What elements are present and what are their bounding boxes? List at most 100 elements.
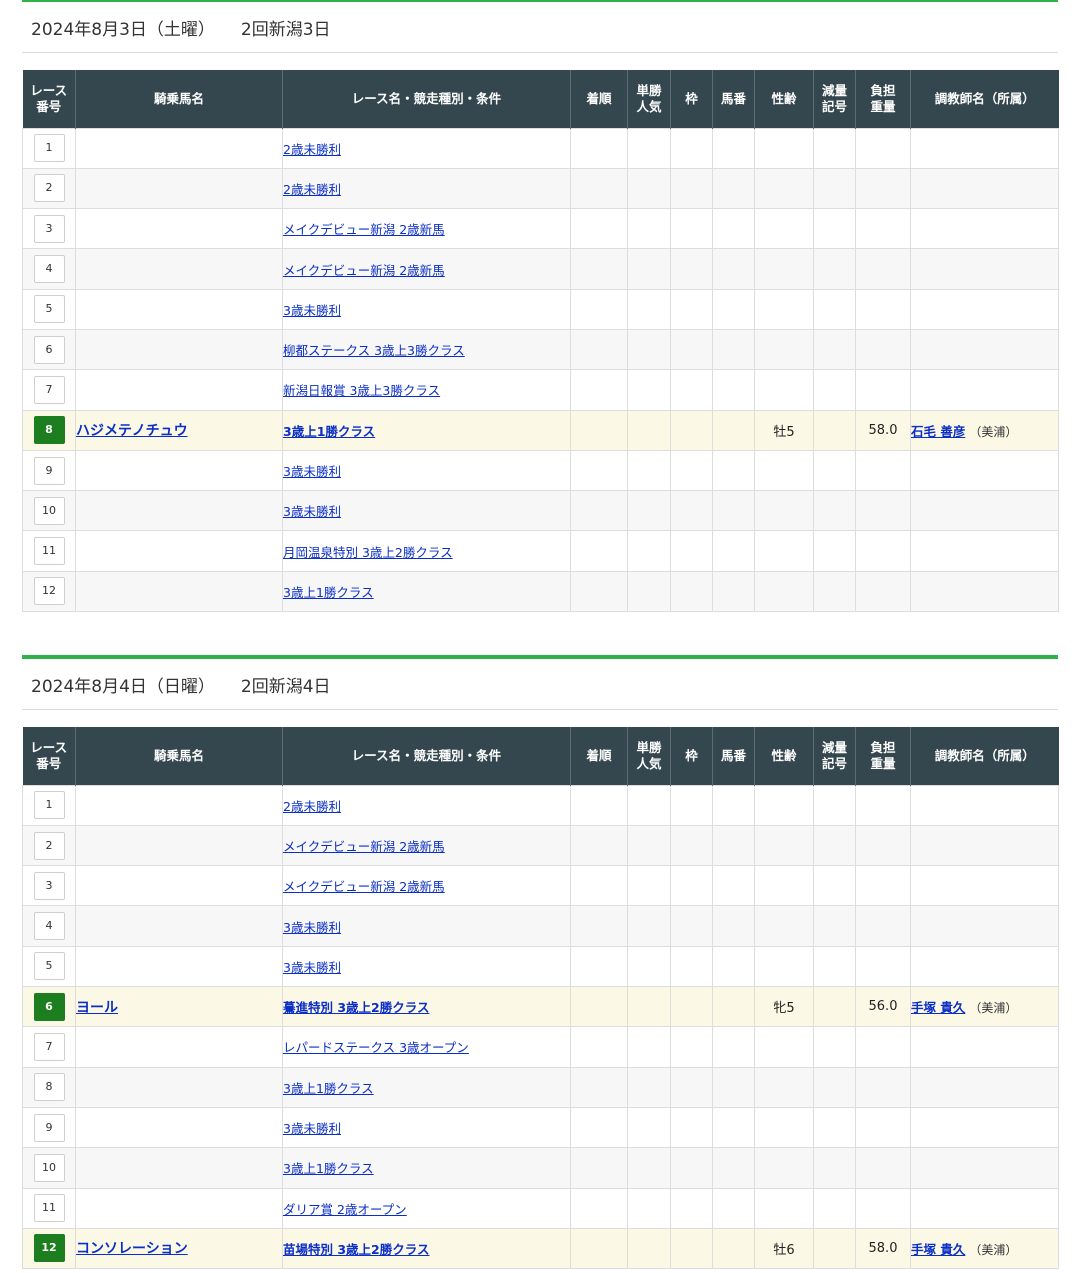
race-row: 11 ダリア賞 2歳オープン xyxy=(22,1187,1059,1229)
race-link[interactable]: メイクデビュー新潟 2歳新馬 xyxy=(284,879,445,894)
horse-link[interactable]: ヨール xyxy=(76,1000,118,1016)
race-number-cell: 7 xyxy=(22,1026,76,1068)
race-row: 10 3歳未勝利 xyxy=(22,490,1059,532)
horse-link[interactable]: ハジメテノチュウ xyxy=(76,423,188,439)
race-link[interactable]: 3歳未勝利 xyxy=(284,1121,341,1136)
race-row: 4 メイクデビュー新潟 2歳新馬 xyxy=(22,248,1059,290)
race-link[interactable]: メイクデビュー新潟 2歳新馬 xyxy=(284,839,445,854)
race-link[interactable]: 3歳未勝利 xyxy=(284,920,341,935)
race-number-badge: 5 xyxy=(33,295,65,324)
apprentice-mark-cell xyxy=(813,986,856,1028)
horse-number-cell xyxy=(712,490,755,532)
apprentice-mark-cell xyxy=(813,865,856,907)
race-link[interactable]: 3歳未勝利 xyxy=(284,464,341,479)
finish-cell xyxy=(570,288,628,330)
race-link[interactable]: 新潟日報賞 3歳上3勝クラス xyxy=(284,383,441,398)
popularity-cell xyxy=(627,824,671,867)
column-header: 負担 重量 xyxy=(855,70,911,128)
frame-cell xyxy=(670,1026,713,1068)
race-cell: 3歳上1勝クラス xyxy=(282,1066,571,1108)
race-link[interactable]: 3歳上1勝クラス xyxy=(284,585,374,600)
race-number-cell: 7 xyxy=(22,369,76,411)
horse-cell xyxy=(75,905,283,947)
popularity-cell xyxy=(627,1187,671,1229)
frame-cell xyxy=(670,208,713,250)
frame-cell xyxy=(670,1066,713,1108)
race-link[interactable]: 柳都ステークス 3歳上3勝クラス xyxy=(284,343,465,358)
race-row: 2 メイクデビュー新潟 2歳新馬 xyxy=(22,824,1059,867)
frame-cell xyxy=(670,369,713,411)
horse-number-cell xyxy=(712,570,755,613)
apprentice-mark-cell xyxy=(813,1066,856,1108)
race-number-cell: 6 xyxy=(22,328,76,371)
popularity-cell xyxy=(627,1106,671,1149)
finish-cell xyxy=(570,530,628,572)
race-cell: 3歳上1勝クラス xyxy=(282,1147,571,1189)
frame-cell xyxy=(670,986,713,1028)
popularity-cell xyxy=(627,986,671,1028)
apprentice-mark-cell xyxy=(813,530,856,572)
sex-age-cell xyxy=(754,167,814,210)
trainer-cell xyxy=(910,1147,1059,1189)
race-link[interactable]: 月岡温泉特別 3歳上2勝クラス xyxy=(284,545,453,560)
horse-cell xyxy=(75,945,283,988)
race-link[interactable]: レパードステークス 3歳オープン xyxy=(284,1040,469,1055)
race-row: 10 3歳上1勝クラス xyxy=(22,1147,1059,1189)
race-number-cell: 12 xyxy=(22,1227,76,1270)
race-link[interactable]: 3歳上1勝クラス xyxy=(284,1081,374,1096)
race-number-badge: 10 xyxy=(33,1153,65,1182)
finish-cell xyxy=(570,490,628,532)
horse-cell xyxy=(75,490,283,532)
race-cell: メイクデビュー新潟 2歳新馬 xyxy=(282,824,571,867)
horse-number-cell xyxy=(712,449,755,492)
race-number-cell: 1 xyxy=(22,784,76,826)
frame-cell xyxy=(670,784,713,826)
race-link[interactable]: メイクデビュー新潟 2歳新馬 xyxy=(284,222,445,237)
race-link[interactable]: 苗場特別 3歳上2勝クラス xyxy=(284,1242,430,1257)
trainer-cell xyxy=(910,530,1059,572)
trainer-link[interactable]: 手塚 貴久 xyxy=(911,1000,965,1015)
race-link[interactable]: 2歳未勝利 xyxy=(284,142,341,157)
race-link[interactable]: 3歳上1勝クラス xyxy=(284,424,376,439)
horse-cell xyxy=(75,1066,283,1108)
race-cell: 3歳上1勝クラス xyxy=(282,570,571,613)
horse-cell xyxy=(75,127,283,169)
horse-link[interactable]: コンソレーション xyxy=(76,1241,188,1257)
race-number-cell: 2 xyxy=(22,824,76,867)
race-link[interactable]: 2歳未勝利 xyxy=(284,182,341,197)
finish-cell xyxy=(570,570,628,613)
race-link[interactable]: メイクデビュー新潟 2歳新馬 xyxy=(284,263,445,278)
race-link[interactable]: 2歳未勝利 xyxy=(284,799,341,814)
horse-number-cell xyxy=(712,530,755,572)
trainer-cell xyxy=(910,208,1059,250)
carried-weight-cell xyxy=(855,1147,911,1189)
trainer-link[interactable]: 石毛 善彦 xyxy=(911,424,965,439)
horse-cell xyxy=(75,248,283,290)
race-link[interactable]: 3歳未勝利 xyxy=(284,303,341,318)
trainer-link[interactable]: 手塚 貴久 xyxy=(911,1242,965,1257)
race-link[interactable]: 3歳未勝利 xyxy=(284,960,341,975)
race-link[interactable]: 3歳未勝利 xyxy=(284,504,341,519)
horse-cell xyxy=(75,449,283,492)
column-header: 調教師名（所属） xyxy=(910,727,1059,786)
race-number-cell: 9 xyxy=(22,449,76,492)
trainer-cell xyxy=(910,865,1059,907)
race-cell: 3歳未勝利 xyxy=(282,449,571,492)
sex-age-cell: 牡5 xyxy=(754,409,814,451)
race-cell: 3歳未勝利 xyxy=(282,1106,571,1149)
race-link[interactable]: ダリア賞 2歳オープン xyxy=(284,1202,407,1217)
race-cell: 3歳上1勝クラス xyxy=(282,409,571,451)
race-number-badge: 2 xyxy=(33,831,65,860)
trainer-cell xyxy=(910,369,1059,411)
apprentice-mark-cell xyxy=(813,1227,856,1270)
race-link[interactable]: 驀進特別 3歳上2勝クラス xyxy=(284,1000,430,1015)
column-header: 単勝 人気 xyxy=(627,727,671,786)
popularity-cell xyxy=(627,328,671,371)
horse-cell xyxy=(75,824,283,867)
race-row: 8 ハジメテノチュウ 3歳上1勝クラス 牡5 58.0 石毛 善彦 （美浦） xyxy=(22,409,1059,451)
horse-number-cell xyxy=(712,1066,755,1108)
race-link[interactable]: 3歳上1勝クラス xyxy=(284,1161,374,1176)
column-header: レース 番号 xyxy=(22,727,76,786)
sex-age-cell xyxy=(754,449,814,492)
carried-weight-cell xyxy=(855,248,911,290)
